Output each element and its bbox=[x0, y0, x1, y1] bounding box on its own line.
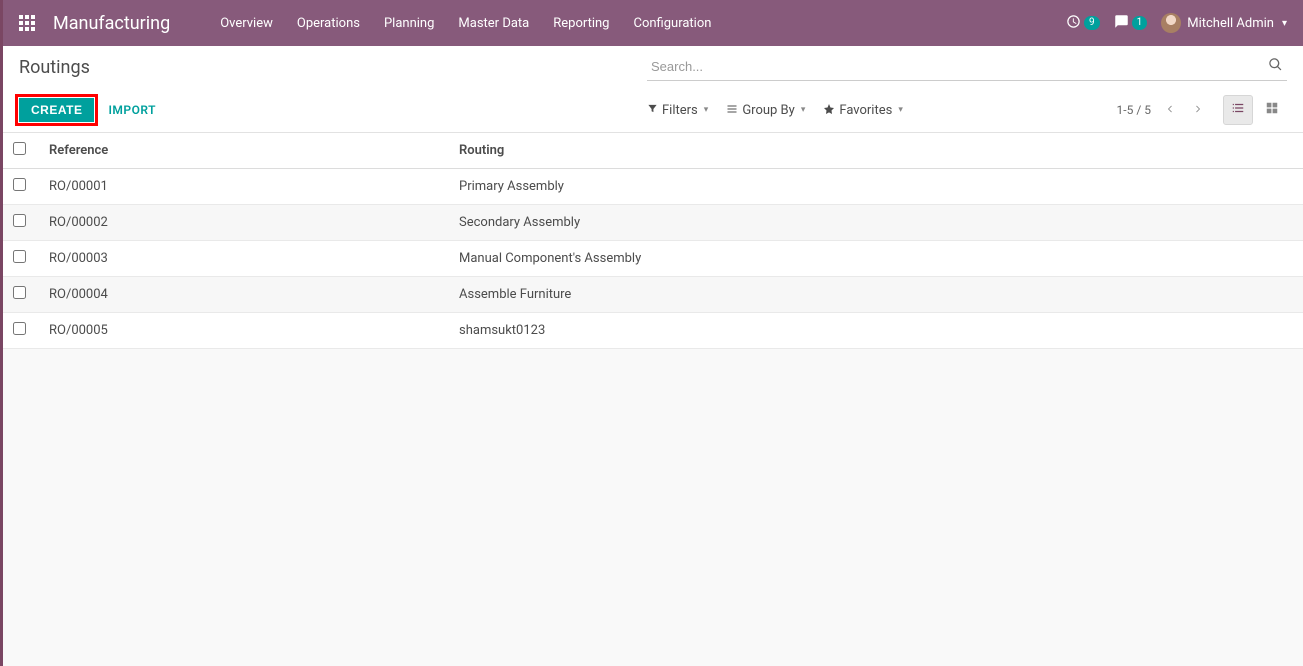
cell-routing: Secondary Assembly bbox=[449, 205, 1303, 241]
menu-planning[interactable]: Planning bbox=[374, 10, 444, 37]
pager: 1-5 / 5 bbox=[1117, 98, 1207, 122]
chevron-down-icon: ▾ bbox=[1282, 18, 1287, 29]
routings-table: Reference Routing RO/00001Primary Assemb… bbox=[3, 133, 1303, 349]
page-title: Routings bbox=[19, 57, 90, 78]
user-menu[interactable]: Mitchell Admin ▾ bbox=[1161, 13, 1287, 33]
menu-operations[interactable]: Operations bbox=[287, 10, 370, 37]
kanban-view-icon bbox=[1265, 101, 1279, 119]
table-row[interactable]: RO/00004Assemble Furniture bbox=[3, 277, 1303, 313]
chat-icon bbox=[1114, 14, 1129, 33]
import-button[interactable]: IMPORT bbox=[108, 103, 156, 117]
groupby-button[interactable]: Group By ▾ bbox=[726, 103, 805, 118]
table-row[interactable]: RO/00003Manual Component's Assembly bbox=[3, 241, 1303, 277]
clock-icon bbox=[1066, 14, 1081, 33]
cell-reference: RO/00001 bbox=[39, 169, 449, 205]
table-row[interactable]: RO/00005shamsukt0123 bbox=[3, 313, 1303, 349]
row-checkbox[interactable] bbox=[13, 250, 26, 263]
control-panel: Routings CREATE IMPORT Filters ▾ bbox=[3, 46, 1303, 133]
create-highlight: CREATE bbox=[15, 94, 98, 126]
favorites-button[interactable]: Favorites ▾ bbox=[823, 103, 903, 118]
menu-overview[interactable]: Overview bbox=[210, 10, 283, 37]
cell-routing: Assemble Furniture bbox=[449, 277, 1303, 313]
search-bar[interactable] bbox=[647, 53, 1287, 81]
row-checkbox[interactable] bbox=[13, 178, 26, 191]
cell-reference: RO/00004 bbox=[39, 277, 449, 313]
user-name: Mitchell Admin bbox=[1187, 16, 1274, 31]
cell-reference: RO/00002 bbox=[39, 205, 449, 241]
cell-routing: shamsukt0123 bbox=[449, 313, 1303, 349]
list-view-icon bbox=[1231, 101, 1245, 119]
cell-routing: Manual Component's Assembly bbox=[449, 241, 1303, 277]
cell-reference: RO/00005 bbox=[39, 313, 449, 349]
table-row[interactable]: RO/00001Primary Assembly bbox=[3, 169, 1303, 205]
chevron-down-icon: ▾ bbox=[801, 105, 806, 115]
pager-next[interactable] bbox=[1189, 98, 1207, 122]
menu-master-data[interactable]: Master Data bbox=[448, 10, 539, 37]
row-checkbox[interactable] bbox=[13, 322, 26, 335]
row-checkbox[interactable] bbox=[13, 214, 26, 227]
menu-configuration[interactable]: Configuration bbox=[623, 10, 721, 37]
column-reference[interactable]: Reference bbox=[39, 133, 449, 169]
table-row[interactable]: RO/00002Secondary Assembly bbox=[3, 205, 1303, 241]
main-menu: Overview Operations Planning Master Data… bbox=[210, 10, 721, 37]
cell-routing: Primary Assembly bbox=[449, 169, 1303, 205]
app-title[interactable]: Manufacturing bbox=[53, 13, 170, 34]
pager-text: 1-5 / 5 bbox=[1117, 103, 1151, 117]
funnel-icon bbox=[647, 103, 658, 117]
chevron-down-icon: ▾ bbox=[898, 105, 903, 115]
groupby-label: Group By bbox=[742, 103, 795, 118]
cell-reference: RO/00003 bbox=[39, 241, 449, 277]
pager-prev[interactable] bbox=[1161, 98, 1179, 122]
search-input[interactable] bbox=[647, 57, 1264, 76]
avatar bbox=[1161, 13, 1181, 33]
view-kanban-button[interactable] bbox=[1257, 95, 1287, 125]
list-icon bbox=[726, 103, 738, 118]
search-icon[interactable] bbox=[1264, 57, 1287, 76]
chat-badge: 1 bbox=[1132, 16, 1148, 30]
topbar: Manufacturing Overview Operations Planni… bbox=[3, 0, 1303, 46]
chevron-down-icon: ▾ bbox=[704, 105, 709, 115]
topbar-right: 9 1 Mitchell Admin ▾ bbox=[1066, 13, 1287, 33]
column-routing[interactable]: Routing bbox=[449, 133, 1303, 169]
discuss-button[interactable]: 1 bbox=[1114, 14, 1148, 33]
activity-badge: 9 bbox=[1084, 16, 1100, 30]
row-checkbox[interactable] bbox=[13, 286, 26, 299]
activities-button[interactable]: 9 bbox=[1066, 14, 1100, 33]
filters-label: Filters bbox=[662, 103, 698, 118]
star-icon bbox=[823, 103, 835, 118]
view-list-button[interactable] bbox=[1223, 95, 1253, 125]
favorites-label: Favorites bbox=[839, 103, 892, 118]
create-button[interactable]: CREATE bbox=[19, 98, 94, 122]
apps-icon[interactable] bbox=[19, 15, 35, 31]
select-all-checkbox[interactable] bbox=[13, 142, 26, 155]
filters-button[interactable]: Filters ▾ bbox=[647, 103, 708, 118]
menu-reporting[interactable]: Reporting bbox=[543, 10, 619, 37]
